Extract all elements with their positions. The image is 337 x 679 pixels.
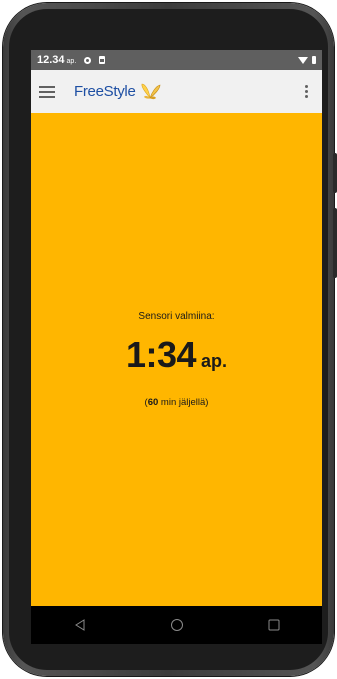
power-button [333, 208, 337, 278]
recent-apps-icon[interactable] [254, 610, 294, 640]
app-logo: FreeStyle [74, 83, 161, 101]
screen: 12.34 ap. FreeStyle Sensori valmiina: 1:… [31, 50, 322, 644]
wifi-icon [298, 56, 308, 64]
remaining-minutes: 60 [147, 397, 159, 408]
home-icon[interactable] [157, 610, 197, 640]
status-time-suffix: ap. [66, 58, 77, 65]
sensor-ready-time: 1:34 ap. [31, 334, 322, 376]
status-time: 12.34 [37, 54, 65, 66]
status-bar: 12.34 ap. [31, 50, 322, 70]
sim-card-icon [99, 56, 106, 64]
volume-button [333, 153, 337, 193]
sensor-ready-label: Sensori valmiina: [138, 311, 215, 322]
butterfly-logo-icon [141, 83, 160, 99]
brand-name: FreeStyle [74, 83, 136, 100]
ready-time-value: 1:34 [125, 334, 197, 375]
remaining-time: (60 min jäljellä) [31, 397, 322, 408]
status-icons-right [298, 56, 316, 64]
navigation-bar [31, 606, 322, 644]
remaining-text: min jäljellä) [158, 397, 209, 408]
ready-time-suffix: ap. [201, 351, 228, 371]
more-vertical-icon[interactable] [304, 85, 308, 98]
notification-dot-icon [84, 56, 92, 64]
hamburger-menu-icon[interactable] [39, 83, 55, 101]
battery-icon [312, 56, 316, 64]
sensor-ready-panel: Sensori valmiina: 1:34 ap. (60 min jälje… [31, 113, 322, 606]
app-bar: FreeStyle [31, 70, 322, 113]
back-icon[interactable] [60, 610, 100, 640]
